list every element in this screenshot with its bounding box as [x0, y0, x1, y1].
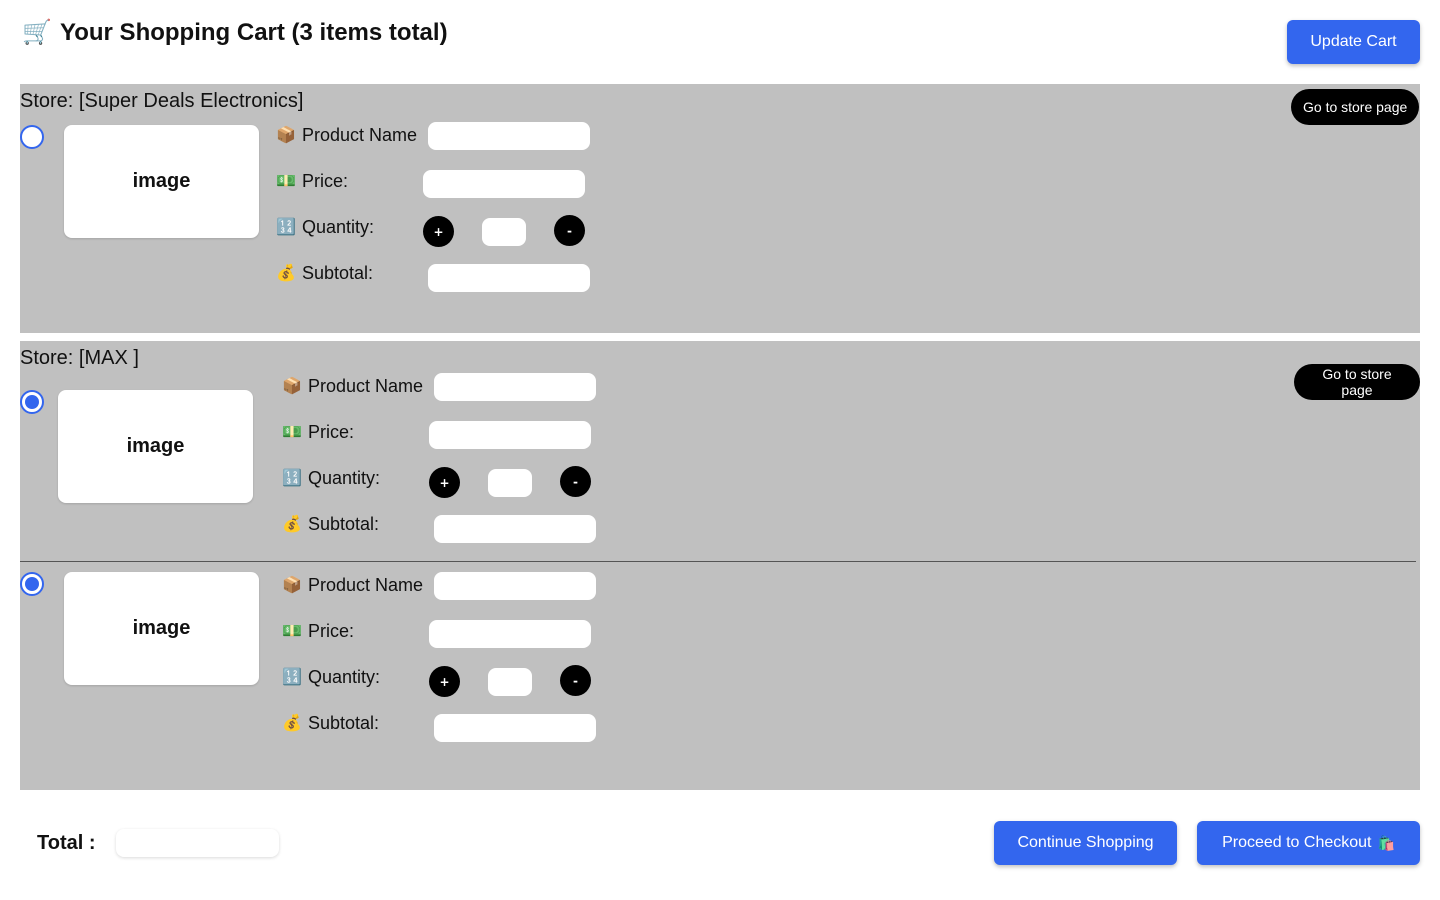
continue-shopping-button[interactable]: Continue Shopping — [994, 821, 1177, 865]
store-section-super-deals: Store: [Super Deals Electronics] Go to s… — [20, 84, 1420, 333]
total-label: Total : — [37, 832, 96, 854]
money-icon: 💵 — [276, 173, 296, 190]
subtotal-field[interactable] — [434, 714, 596, 742]
item-select-radio[interactable] — [20, 572, 44, 596]
decrease-quantity-button[interactable]: - — [554, 215, 585, 246]
price-field[interactable] — [423, 170, 585, 198]
quantity-label: Quantity: — [308, 666, 381, 687]
quantity-field[interactable] — [482, 218, 526, 246]
subtotal-field[interactable] — [428, 264, 590, 292]
money-bag-icon: 💰 — [282, 715, 302, 732]
item-select-radio[interactable] — [20, 125, 44, 149]
numbers-icon: 🔢 — [282, 470, 302, 487]
increase-quantity-button[interactable]: + — [429, 666, 460, 697]
numbers-icon: 🔢 — [282, 669, 302, 686]
money-icon: 💵 — [282, 623, 302, 640]
proceed-to-checkout-button[interactable]: Proceed to Checkout 🛍️ — [1197, 821, 1420, 865]
package-icon: 📦 — [282, 378, 302, 395]
page-title-text: Your Shopping Cart (3 items total) — [60, 18, 448, 46]
product-name-row: 📦 Product Name — [282, 371, 423, 401]
package-icon: 📦 — [276, 127, 296, 144]
decrease-quantity-button[interactable]: - — [560, 466, 591, 497]
money-bag-icon: 💰 — [276, 265, 296, 282]
product-image: image — [58, 390, 253, 503]
subtotal-row: 💰 Subtotal: — [276, 258, 373, 288]
checkout-label: Proceed to Checkout — [1222, 834, 1372, 851]
page-title: 🛒 Your Shopping Cart (3 items total) — [22, 18, 448, 47]
price-label: Price: — [308, 620, 355, 641]
money-bag-icon: 💰 — [282, 516, 302, 533]
cart-header: 🛒 Your Shopping Cart (3 items total) Upd… — [20, 0, 1420, 80]
subtotal-label: Subtotal: — [302, 262, 374, 283]
product-name-row: 📦 Product Name — [282, 570, 423, 600]
quantity-label: Quantity: — [302, 216, 375, 237]
product-name-label: Product Name — [308, 375, 424, 396]
quantity-row: 🔢 Quantity: — [282, 463, 380, 493]
product-image: image — [64, 572, 259, 685]
total-field — [116, 829, 279, 857]
item-divider — [20, 561, 1416, 562]
subtotal-label: Subtotal: — [308, 513, 380, 534]
cart-footer: Total : Continue Shopping Proceed to Che… — [20, 800, 1420, 900]
price-row: 💵 Price: — [276, 166, 348, 196]
product-image: image — [64, 125, 259, 238]
quantity-label: Quantity: — [308, 467, 381, 488]
update-cart-button[interactable]: Update Cart — [1287, 20, 1420, 64]
quantity-field[interactable] — [488, 668, 532, 696]
price-label: Price: — [308, 421, 355, 442]
product-name-field[interactable] — [434, 572, 596, 600]
product-name-label: Product Name — [302, 124, 418, 145]
product-name-label: Product Name — [308, 574, 424, 595]
price-field[interactable] — [429, 620, 591, 648]
money-icon: 💵 — [282, 424, 302, 441]
cart-item: image 📦 Product Name 💵 Price: 🔢 Quantity… — [20, 120, 1420, 320]
increase-quantity-button[interactable]: + — [423, 216, 454, 247]
shopping-bags-icon: 🛍️ — [1377, 834, 1395, 851]
subtotal-row: 💰 Subtotal: — [282, 708, 379, 738]
store-name: Store: [Super Deals Electronics] — [20, 90, 304, 112]
increase-quantity-button[interactable]: + — [429, 467, 460, 498]
cart-item: image 📦 Product Name 💵 Price: 🔢 Quantity… — [20, 373, 1420, 583]
price-field[interactable] — [429, 421, 591, 449]
store-name: Store: [MAX ] — [20, 347, 139, 369]
cart-item: image 📦 Product Name 💵 Price: 🔢 Quantity… — [20, 571, 1420, 771]
product-name-field[interactable] — [428, 122, 590, 150]
store-section-max: Store: [MAX ] Go to store page image 📦 P… — [20, 341, 1420, 790]
shopping-cart-icon: 🛒 — [22, 19, 52, 46]
package-icon: 📦 — [282, 577, 302, 594]
subtotal-label: Subtotal: — [308, 712, 380, 733]
price-row: 💵 Price: — [282, 616, 354, 646]
item-select-radio[interactable] — [20, 390, 44, 414]
quantity-row: 🔢 Quantity: — [276, 212, 374, 242]
subtotal-field[interactable] — [434, 515, 596, 543]
product-name-field[interactable] — [434, 373, 596, 401]
price-label: Price: — [302, 170, 349, 191]
numbers-icon: 🔢 — [276, 219, 296, 236]
subtotal-row: 💰 Subtotal: — [282, 509, 379, 539]
decrease-quantity-button[interactable]: - — [560, 665, 591, 696]
product-name-row: 📦 Product Name — [276, 120, 417, 150]
price-row: 💵 Price: — [282, 417, 354, 447]
quantity-field[interactable] — [488, 469, 532, 497]
quantity-row: 🔢 Quantity: — [282, 662, 380, 692]
